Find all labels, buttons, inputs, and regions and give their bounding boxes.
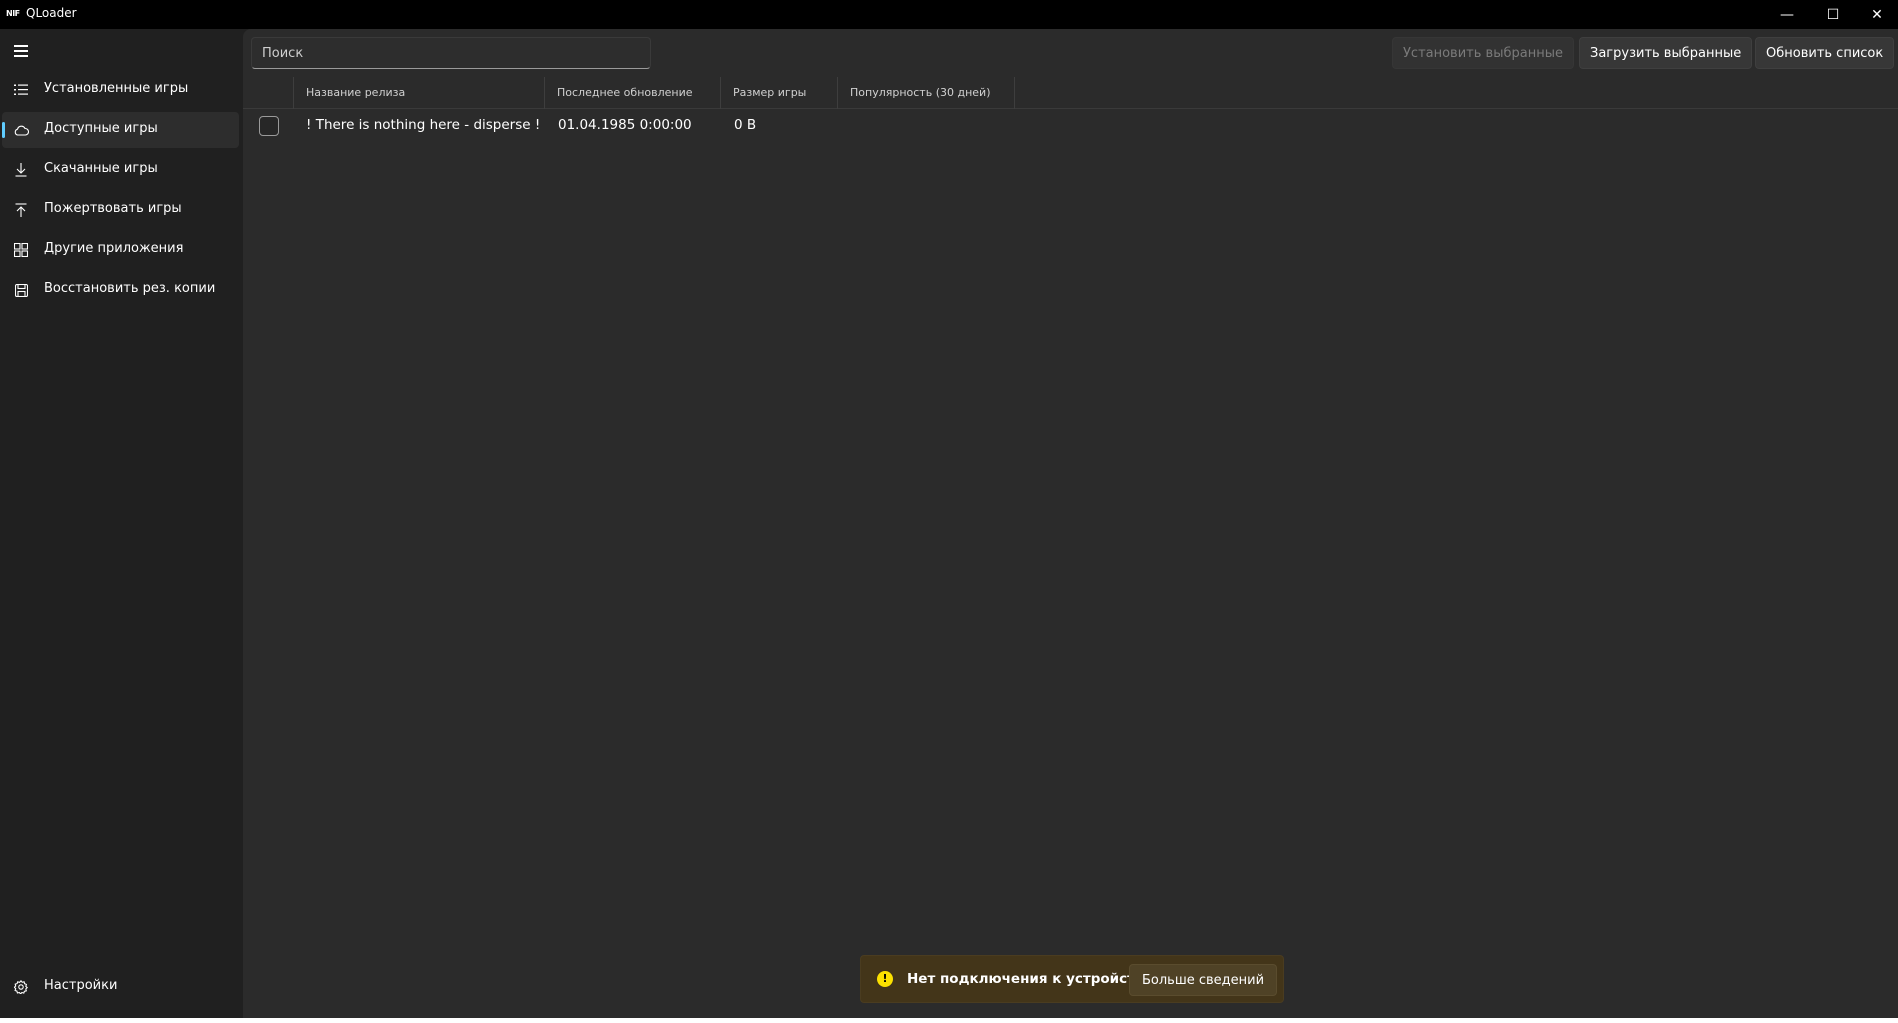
list-icon [13,82,29,98]
release-name-cell: ! There is nothing here - disperse ! [306,117,541,133]
column-header-game-size[interactable]: Размер игры [721,77,838,109]
install-selected-button[interactable]: Установить выбранные [1392,37,1574,69]
column-header-last-updated[interactable]: Последнее обновление [545,77,721,109]
row-checkbox[interactable] [259,116,279,136]
download-icon [13,162,29,178]
game-size-cell: 0 B [734,117,757,133]
column-header-release-name[interactable]: Название релиза [293,77,545,109]
title-bar: NIF QLoader — ☐ ✕ [0,0,1898,29]
sidebar-item-label: Доступные игры [44,121,158,136]
sidebar: Установленные игры Доступные игры Скачан… [0,29,243,1018]
sidebar-item-label: Скачанные игры [44,161,158,176]
minimize-button[interactable]: — [1764,0,1810,29]
save-icon [13,282,29,298]
app-title: QLoader [26,6,77,20]
table-row[interactable]: ! There is nothing here - disperse ! 01.… [243,109,1898,141]
sidebar-item-settings[interactable]: Настройки [2,969,239,1005]
device-warning-infobar: ! Нет подключения к устройству Больше св… [860,955,1284,1003]
sidebar-item-label: Установленные игры [44,81,189,96]
infobar-message: Нет подключения к устройству [907,971,1153,987]
sidebar-item-label: Настройки [44,978,118,993]
refresh-list-button[interactable]: Обновить список [1755,37,1895,69]
warning-icon: ! [877,971,893,987]
sidebar-item-donate-games[interactable]: Пожертвовать игры [2,192,239,228]
table-header: Название релиза Последнее обновление Раз… [243,77,1898,109]
column-header-popularity[interactable]: Популярность (30 дней) [838,77,1015,109]
gear-icon [13,979,29,995]
close-button[interactable]: ✕ [1854,0,1898,29]
search-input[interactable] [251,37,651,69]
upload-icon [13,202,29,218]
last-updated-cell: 01.04.1985 0:00:00 [558,117,692,133]
app-logo-icon: NIF [6,9,20,18]
sidebar-item-label: Пожертвовать игры [44,201,182,216]
sidebar-item-other-apps[interactable]: Другие приложения [2,232,239,268]
apps-icon [13,242,29,258]
sidebar-item-installed-games[interactable]: Установленные игры [2,72,239,108]
app-window: NIF QLoader — ☐ ✕ Установленные игры Дос… [0,0,1898,1018]
sidebar-item-available-games[interactable]: Доступные игры [2,112,239,148]
hamburger-menu-icon[interactable] [14,45,30,57]
maximize-button[interactable]: ☐ [1810,0,1856,29]
sidebar-item-restore-backups[interactable]: Восстановить рез. копии [2,272,239,308]
cloud-icon [13,122,29,138]
sidebar-item-label: Восстановить рез. копии [44,281,216,296]
download-selected-button[interactable]: Загрузить выбранные [1579,37,1753,69]
sidebar-item-downloaded-games[interactable]: Скачанные игры [2,152,239,188]
main-content: Установить выбранные Загрузить выбранные… [243,29,1898,1018]
sidebar-item-label: Другие приложения [44,241,184,256]
more-info-button[interactable]: Больше сведений [1129,964,1278,996]
active-indicator [2,122,5,138]
